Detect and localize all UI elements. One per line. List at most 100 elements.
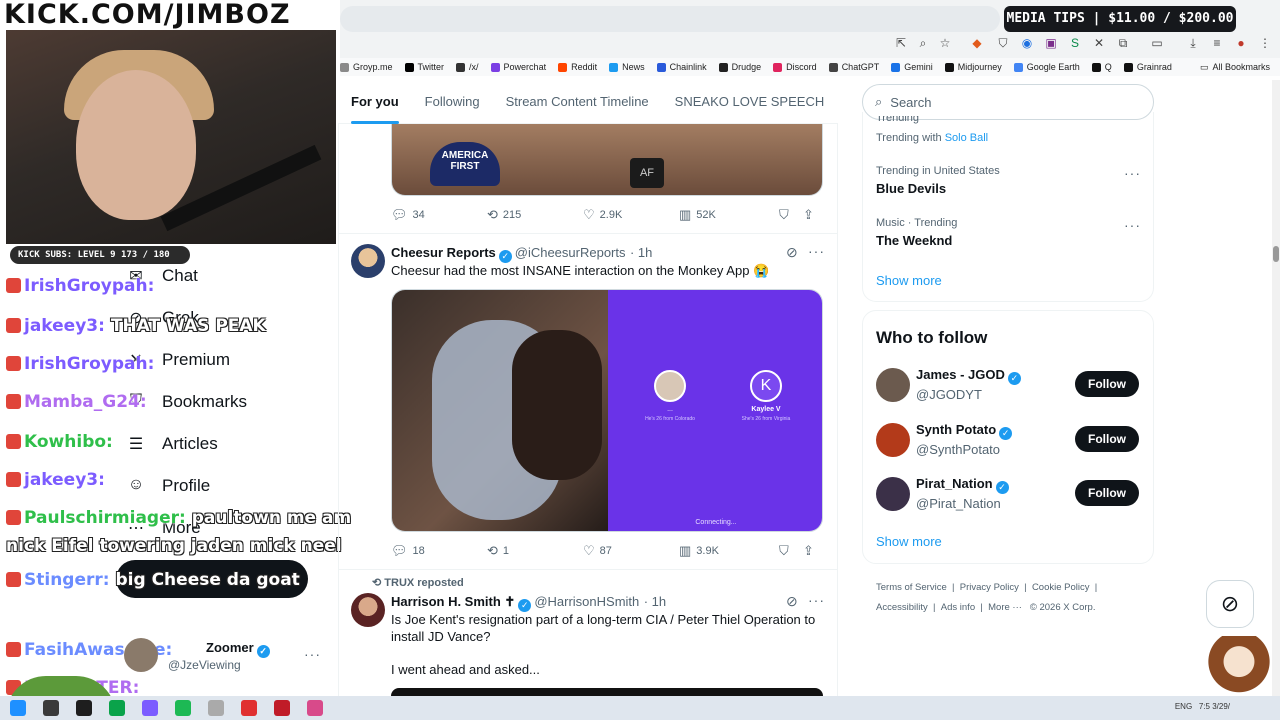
extension-icon[interactable]: S [1068, 36, 1082, 50]
bookmark-item[interactable]: Reddit [558, 62, 597, 72]
footer-link[interactable]: Privacy Policy [960, 582, 1019, 593]
footer-link[interactable]: Cookie Policy [1032, 582, 1090, 593]
bookmark-item[interactable]: Groyp.me [340, 62, 393, 72]
start-icon[interactable] [10, 700, 26, 716]
footer-link[interactable]: Ads info [941, 602, 975, 613]
menu-icon[interactable]: ≡ [1210, 36, 1224, 50]
bookmark-item[interactable]: Grainrad [1123, 62, 1172, 72]
tweet-media-partial[interactable] [391, 688, 823, 696]
bookmark-item[interactable]: Midjourney [944, 62, 1002, 72]
extension-icon[interactable]: ◆ [970, 36, 984, 50]
trends-show-more[interactable]: Show more [876, 273, 942, 288]
chat-username[interactable]: jakeey3: [24, 316, 105, 336]
nav-item-articles[interactable]: ☰ Articles [126, 434, 218, 454]
trend-more-icon[interactable]: ··· [1124, 165, 1141, 181]
bookmark-item[interactable]: News [609, 62, 645, 72]
address-bar[interactable] [340, 6, 1000, 32]
repost-button[interactable]: ⟲ 215 [487, 207, 583, 223]
taskbar-app-icon[interactable] [241, 700, 257, 716]
tweet-more-icon[interactable]: ··· [808, 592, 825, 608]
taskbar-app-icon[interactable] [307, 700, 323, 716]
bookmark-item[interactable]: /x/ [456, 62, 479, 72]
bookmark-button[interactable]: ⛉ [779, 543, 803, 559]
bookmark-item[interactable]: ChatGPT [828, 62, 879, 72]
share-button[interactable]: ⇪ [803, 207, 823, 223]
bookmark-item[interactable]: Discord [773, 62, 817, 72]
views-button[interactable]: ▥ 52K [679, 207, 779, 223]
author-handle[interactable]: @iCheesurReports [515, 245, 626, 260]
sidebar-icon[interactable]: ▭ [1150, 36, 1164, 50]
follow-avatar[interactable] [876, 477, 910, 511]
bookmark-item[interactable]: Q [1091, 62, 1112, 72]
follow-button[interactable]: Follow [1075, 480, 1139, 506]
views-button[interactable]: ▥ 3.9K [679, 543, 779, 559]
tweet-avatar[interactable] [351, 593, 385, 627]
bookmark-item[interactable]: Google Earth [1013, 62, 1080, 72]
bookmark-button[interactable]: ⛉ [779, 207, 803, 223]
footer-link[interactable]: More ··· [988, 602, 1022, 613]
x-icon[interactable]: ✕ [1092, 36, 1106, 50]
chat-username[interactable]: Stingerr: [24, 570, 110, 590]
bookmark-item[interactable]: Drudge [718, 62, 761, 72]
grok-icon[interactable]: ⊘ [786, 593, 798, 610]
follow-avatar[interactable] [876, 368, 910, 402]
like-button[interactable]: ♡ 2.9K [583, 207, 679, 223]
taskbar-app-icon[interactable] [142, 700, 158, 716]
star-icon[interactable]: ☆ [938, 36, 952, 50]
taskbar-app-icon[interactable] [43, 700, 59, 716]
scrollbar-thumb[interactable] [1273, 246, 1279, 262]
tweet-more-icon[interactable]: ··· [808, 243, 825, 259]
account-avatar[interactable] [124, 638, 158, 672]
chat-username[interactable]: IrishGroypah: [24, 276, 154, 296]
chat-username[interactable]: jakeey3: [24, 470, 105, 490]
tweet-time[interactable]: · 1h [630, 245, 652, 260]
follow-user-info[interactable]: James - JGOD ✓ @JGODYT [916, 366, 1024, 405]
footer-link[interactable]: Accessibility [876, 602, 928, 613]
scrollbar[interactable] [1272, 80, 1280, 696]
follow-button[interactable]: Follow [1075, 371, 1139, 397]
taskbar-app-icon[interactable] [274, 700, 290, 716]
author-name[interactable]: Cheesur Reports [391, 245, 496, 260]
trending-with-link[interactable]: Solo Ball [945, 132, 988, 144]
tweet-time[interactable]: · 1h [644, 594, 666, 609]
clock-date[interactable]: 3/29/ [1212, 702, 1230, 711]
tab-0[interactable]: For you [338, 80, 412, 124]
tab-1[interactable]: Following [412, 80, 493, 124]
shield-icon[interactable]: ⛉ [996, 36, 1010, 50]
like-button[interactable]: ♡ 87 [583, 543, 679, 559]
all-bookmarks[interactable]: ▭ All Bookmarks [1200, 62, 1270, 73]
reply-button[interactable]: 💬︎ 18 [391, 543, 487, 559]
follow-user-info[interactable]: Pirat_Nation ✓ @Pirat_Nation [916, 475, 1012, 514]
clock-time[interactable]: 7:5 [1199, 702, 1210, 711]
taskbar-app-icon[interactable] [208, 700, 224, 716]
grok-fab-button[interactable]: ⊘ [1206, 580, 1254, 628]
trend-item[interactable]: Trending in United States Blue Devils ··… [876, 165, 1146, 196]
bookmark-item[interactable]: Gemini [891, 62, 933, 72]
follow-button[interactable]: Follow [1075, 425, 1139, 452]
puzzle-icon[interactable]: ⧉ [1116, 36, 1130, 50]
taskbar-app-icon[interactable] [76, 700, 92, 716]
chat-username[interactable]: IrishGroypah: [24, 354, 154, 374]
bookmark-item[interactable]: Powerchat [490, 62, 546, 72]
taskbar-app-icon[interactable] [109, 700, 125, 716]
follow-avatar[interactable] [876, 422, 910, 457]
footer-link[interactable]: Terms of Service [876, 582, 947, 593]
kebab-menu-icon[interactable]: ⋮ [1258, 36, 1272, 50]
tweet-image[interactable]: AMERICA FIRST AF [391, 124, 823, 196]
repost-context-text[interactable]: TRUX reposted [384, 577, 463, 589]
tab-2[interactable]: Stream Content Timeline [493, 80, 662, 124]
share-button[interactable]: ⇪ [803, 543, 823, 559]
tab-3[interactable]: SNEAKO LOVE SPEECH [662, 80, 838, 124]
nav-item-profile[interactable]: ☺ Profile [126, 476, 210, 496]
language-indicator[interactable]: ENG [1175, 702, 1192, 711]
chat-username[interactable]: Mamba_G24: [24, 392, 147, 412]
extension-icon[interactable]: ◉ [1020, 36, 1034, 50]
trend-more-icon[interactable]: ··· [1124, 217, 1141, 233]
profile-avatar-icon[interactable]: ● [1234, 36, 1248, 50]
trend-item[interactable]: Music · Trending The Weeknd ··· [876, 217, 1146, 248]
repost-button[interactable]: ⟲ 1 [487, 543, 583, 559]
author-name[interactable]: Harrison H. Smith ✝ [391, 594, 515, 609]
taskbar-app-icon[interactable] [175, 700, 191, 716]
grok-icon[interactable]: ⊘ [786, 244, 798, 261]
author-handle[interactable]: @HarrisonHSmith [534, 594, 639, 609]
